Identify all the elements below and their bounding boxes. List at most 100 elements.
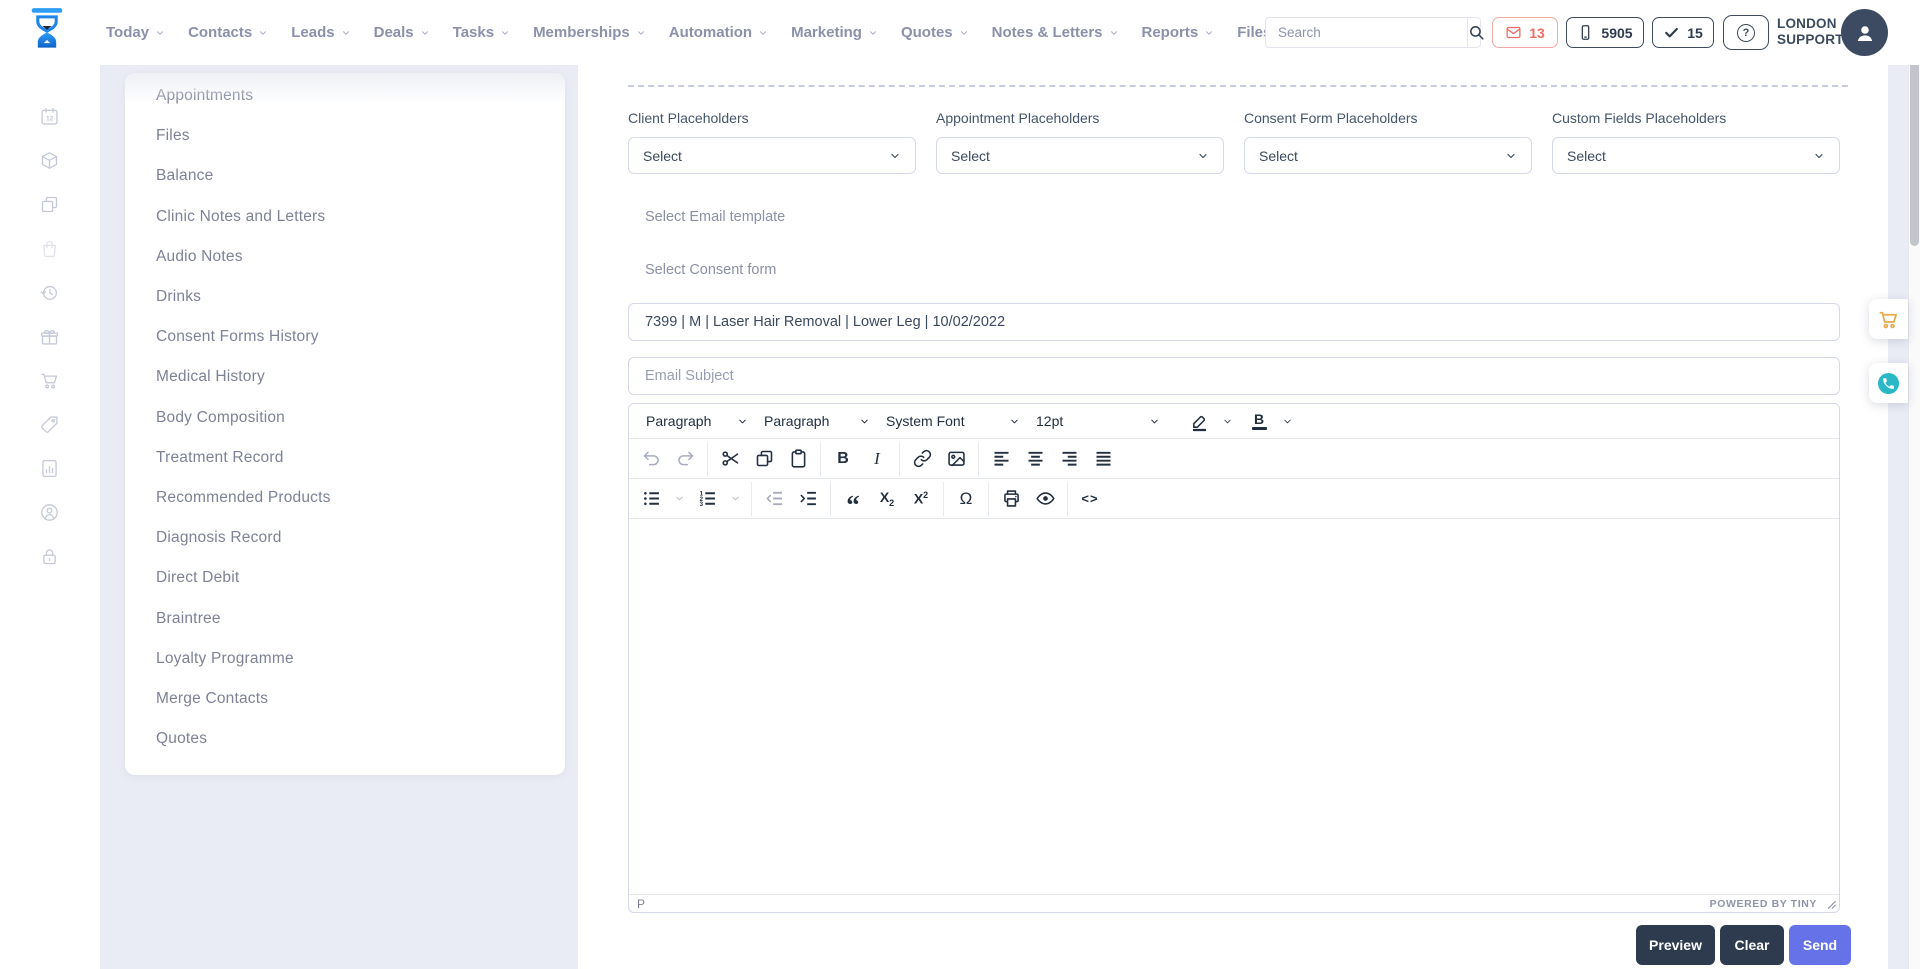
- styles-dropdown[interactable]: Paragraph: [638, 407, 756, 435]
- copy-button[interactable]: [747, 442, 781, 476]
- rail-report-button[interactable]: [39, 458, 61, 479]
- source-code-button[interactable]: <>: [1073, 482, 1107, 516]
- clear-button[interactable]: Clear: [1720, 925, 1784, 965]
- rail-support-button[interactable]: [39, 502, 61, 523]
- appointment-reference-input[interactable]: [628, 303, 1840, 341]
- align-center-button[interactable]: [1018, 442, 1052, 476]
- nav-item-reports[interactable]: Reports: [1142, 24, 1215, 41]
- menu-item-quotes[interactable]: Quotes: [125, 719, 565, 759]
- nav-item-automation[interactable]: Automation: [669, 24, 768, 41]
- undo-button[interactable]: [634, 442, 668, 476]
- menu-item-braintree[interactable]: Braintree: [125, 598, 565, 638]
- cut-button[interactable]: [713, 442, 747, 476]
- block-format-dropdown[interactable]: Paragraph: [756, 407, 878, 435]
- messages-badge[interactable]: 13: [1492, 17, 1558, 48]
- select-email-template-link[interactable]: Select Email template: [645, 209, 785, 225]
- align-right-button[interactable]: [1052, 442, 1086, 476]
- rail-package-button[interactable]: [39, 150, 61, 171]
- rail-history-button[interactable]: [39, 282, 61, 303]
- align-justify-button[interactable]: [1086, 442, 1120, 476]
- bullet-list-menu-button[interactable]: [668, 482, 690, 516]
- preview-button[interactable]: Preview: [1636, 925, 1715, 965]
- highlight-color-menu-button[interactable]: [1216, 404, 1238, 438]
- numbered-list-menu-button[interactable]: [724, 482, 746, 516]
- align-left-button[interactable]: [984, 442, 1018, 476]
- bold-button[interactable]: B: [826, 442, 860, 476]
- paste-button[interactable]: [781, 442, 815, 476]
- menu-item-direct-debit[interactable]: Direct Debit: [125, 558, 565, 598]
- client-placeholders-select[interactable]: Select: [628, 137, 916, 174]
- appointment-placeholders-select[interactable]: Select: [936, 137, 1224, 174]
- nav-item-leads[interactable]: Leads: [291, 24, 350, 41]
- send-button[interactable]: Send: [1789, 925, 1851, 965]
- custom-fields-placeholders-select[interactable]: Select: [1552, 137, 1840, 174]
- rail-bag-button[interactable]: [39, 238, 61, 259]
- lock-icon: [39, 546, 60, 567]
- nav-item-memberships[interactable]: Memberships: [533, 24, 646, 41]
- menu-item-body-composition[interactable]: Body Composition: [125, 398, 565, 438]
- print-button[interactable]: [994, 482, 1028, 516]
- numbered-list-button[interactable]: [690, 482, 724, 516]
- bullet-list-button[interactable]: [634, 482, 668, 516]
- tasks-badge[interactable]: 15: [1652, 17, 1714, 48]
- bullet-list-icon: [641, 488, 662, 509]
- menu-item-treatment-record[interactable]: Treatment Record: [125, 438, 565, 478]
- italic-button[interactable]: I: [860, 442, 894, 476]
- blockquote-button[interactable]: “: [836, 482, 870, 516]
- menu-item-diagnosis-record[interactable]: Diagnosis Record: [125, 518, 565, 558]
- rail-lock-button[interactable]: [39, 546, 61, 567]
- menu-item-balance[interactable]: Balance: [125, 156, 565, 196]
- rail-calendar-button[interactable]: 12: [39, 106, 61, 127]
- nav-item-deals[interactable]: Deals: [374, 24, 430, 41]
- menu-item-appointments[interactable]: Appointments: [125, 76, 565, 116]
- resize-handle-icon[interactable]: [1824, 897, 1837, 910]
- insert-image-button[interactable]: [939, 442, 973, 476]
- client-card-menu: Appointments Files Balance Clinic Notes …: [125, 73, 565, 775]
- nav-item-contacts[interactable]: Contacts: [188, 24, 268, 41]
- menu-item-audio-notes[interactable]: Audio Notes: [125, 237, 565, 277]
- menu-item-files[interactable]: Files: [125, 116, 565, 156]
- special-character-button[interactable]: Ω: [949, 482, 983, 516]
- nav-item-quotes[interactable]: Quotes: [901, 24, 969, 41]
- font-family-dropdown[interactable]: System Font: [878, 407, 1028, 435]
- text-color-menu-button[interactable]: [1276, 404, 1298, 438]
- menu-item-medical-history[interactable]: Medical History: [125, 357, 565, 397]
- rail-gift-button[interactable]: [39, 326, 61, 347]
- avatar[interactable]: [1841, 9, 1888, 56]
- element-path[interactable]: P: [637, 897, 645, 911]
- phone-widget-button[interactable]: [1869, 363, 1908, 403]
- nav-item-marketing[interactable]: Marketing: [791, 24, 878, 41]
- editor-preview-button[interactable]: [1028, 482, 1062, 516]
- menu-item-consent-forms-history[interactable]: Consent Forms History: [125, 317, 565, 357]
- indent-button[interactable]: [791, 482, 825, 516]
- menu-item-loyalty-programme[interactable]: Loyalty Programme: [125, 639, 565, 679]
- outdent-button[interactable]: [757, 482, 791, 516]
- nav-item-notes-letters[interactable]: Notes & Letters: [992, 24, 1119, 41]
- select-consent-form-link[interactable]: Select Consent form: [645, 262, 776, 278]
- cart-widget-button[interactable]: [1869, 299, 1908, 339]
- rail-cart-button[interactable]: [39, 370, 61, 391]
- highlight-color-button[interactable]: [1182, 404, 1216, 438]
- consent-form-placeholders-select[interactable]: Select: [1244, 137, 1532, 174]
- help-button[interactable]: ?: [1723, 15, 1769, 50]
- rail-copy-button[interactable]: [39, 194, 61, 215]
- nav-item-tasks[interactable]: Tasks: [453, 24, 510, 41]
- menu-item-recommended-products[interactable]: Recommended Products: [125, 478, 565, 518]
- menu-item-clinic-notes-letters[interactable]: Clinic Notes and Letters: [125, 197, 565, 237]
- menu-item-merge-contacts[interactable]: Merge Contacts: [125, 679, 565, 719]
- text-color-button[interactable]: B: [1242, 404, 1276, 438]
- rail-tag-button[interactable]: [39, 414, 61, 435]
- redo-button[interactable]: [668, 442, 702, 476]
- calls-badge[interactable]: 5905: [1566, 17, 1644, 48]
- search-input[interactable]: [1266, 18, 1467, 47]
- email-subject-input[interactable]: [628, 357, 1840, 395]
- subscript-button[interactable]: X2: [870, 482, 904, 516]
- superscript-button[interactable]: X2: [904, 482, 938, 516]
- search-button[interactable]: [1467, 18, 1485, 47]
- nav-item-today[interactable]: Today: [106, 24, 165, 41]
- font-size-dropdown[interactable]: 12pt: [1028, 407, 1168, 435]
- app-logo[interactable]: [24, 6, 70, 65]
- editor-body[interactable]: [629, 519, 1839, 894]
- insert-link-button[interactable]: [905, 442, 939, 476]
- menu-item-drinks[interactable]: Drinks: [125, 277, 565, 317]
